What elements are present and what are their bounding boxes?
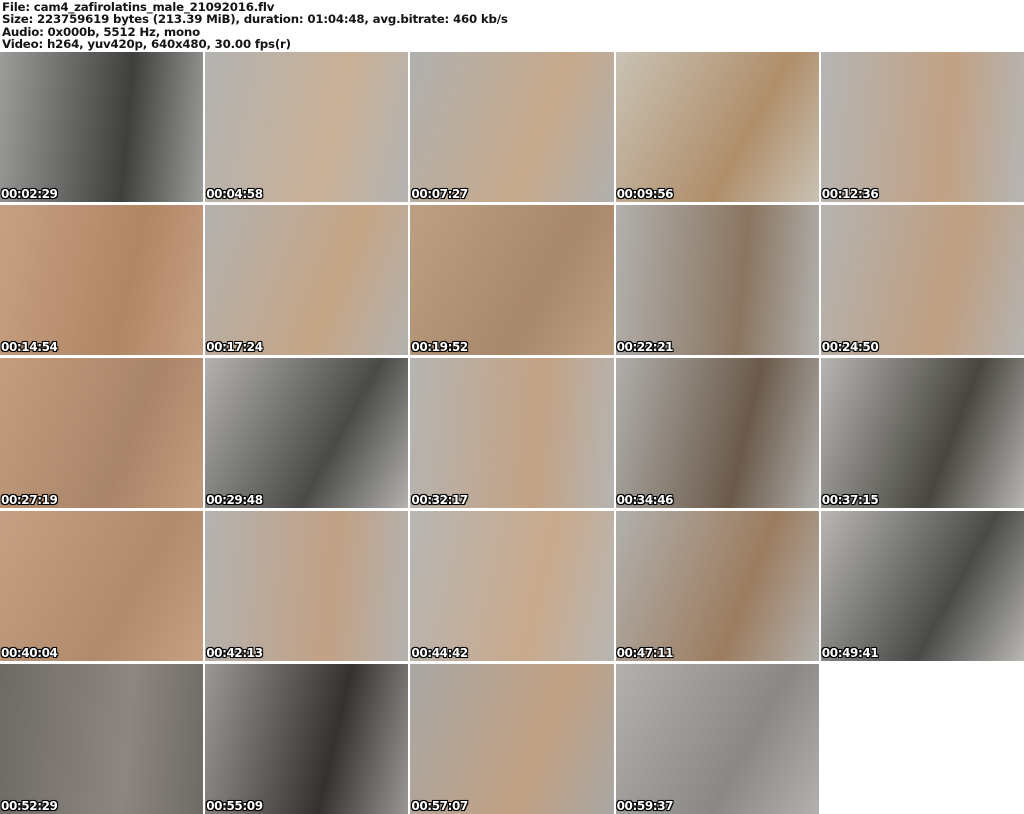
frame-placeholder — [410, 357, 614, 508]
video-frame-thumbnail: 00:19:52 — [410, 204, 614, 355]
frame-placeholder — [0, 510, 204, 661]
video-frame-thumbnail: 00:04:58 — [205, 51, 409, 202]
frame-timestamp-overlay: 00:37:15 — [821, 492, 879, 507]
frame-timestamp-overlay: 00:14:54 — [1, 339, 58, 354]
frame-placeholder — [820, 204, 1024, 355]
video-frame-thumbnail: 00:29:48 — [205, 357, 409, 508]
frame-timestamp-overlay: 00:44:42 — [411, 645, 468, 660]
thumbnail-grid: 00:02:29 00:04:58 00:07:27 00:09:56 00:12:36… — [0, 51, 1024, 814]
frame-placeholder — [820, 51, 1024, 202]
frame-timestamp-overlay: 00:29:48 — [206, 492, 263, 507]
frame-timestamp-overlay: 00:19:52 — [411, 339, 468, 354]
frame-placeholder — [410, 51, 614, 202]
frame-placeholder — [205, 357, 409, 508]
size-info-line: Size: 223759619 bytes (213.39 MiB), dura… — [2, 12, 508, 27]
video-frame-thumbnail: 00:55:09 — [205, 663, 409, 814]
frame-timestamp-overlay: 00:12:36 — [821, 186, 879, 201]
frame-placeholder — [410, 663, 614, 814]
video-frame-thumbnail: 00:27:19 — [0, 357, 204, 508]
video-frame-thumbnail: 00:32:17 — [410, 357, 614, 508]
frame-placeholder — [615, 510, 819, 661]
frame-placeholder — [615, 357, 819, 508]
frame-placeholder — [0, 204, 204, 355]
frame-placeholder — [205, 510, 409, 661]
media-info-header: File: cam4_zafirolatins_male_21092016.fl… — [0, 0, 1024, 52]
video-frame-thumbnail: 00:52:29 — [0, 663, 204, 814]
frame-timestamp-overlay: 00:32:17 — [411, 492, 468, 507]
frame-timestamp-overlay: 00:22:21 — [616, 339, 674, 354]
frame-placeholder — [615, 663, 819, 814]
frame-timestamp-overlay: 00:07:27 — [411, 186, 468, 201]
video-frame-thumbnail: 00:09:56 — [615, 51, 819, 202]
frame-timestamp-overlay: 00:34:46 — [616, 492, 674, 507]
video-frame-thumbnail: 00:49:41 — [820, 510, 1024, 661]
frame-placeholder — [820, 357, 1024, 508]
frame-timestamp-overlay: 00:40:04 — [1, 645, 58, 660]
frame-timestamp-overlay: 00:49:41 — [821, 645, 879, 660]
video-frame-thumbnail: 00:07:27 — [410, 51, 614, 202]
video-contact-sheet: File: cam4_zafirolatins_male_21092016.fl… — [0, 0, 1024, 814]
video-frame-thumbnail: 00:37:15 — [820, 357, 1024, 508]
video-frame-thumbnail: 00:44:42 — [410, 510, 614, 661]
frame-timestamp-overlay: 00:47:11 — [616, 645, 674, 660]
video-info-line: Video: h264, yuv420p, 640x480, 30.00 fps… — [2, 37, 291, 52]
frame-placeholder — [820, 510, 1024, 661]
video-frame-thumbnail: 00:34:46 — [615, 357, 819, 508]
video-frame-thumbnail: 00:40:04 — [0, 510, 204, 661]
frame-timestamp-overlay: 00:42:13 — [206, 645, 263, 660]
frame-timestamp-overlay: 00:09:56 — [616, 186, 674, 201]
video-frame-thumbnail: 00:12:36 — [820, 51, 1024, 202]
video-frame-thumbnail: 00:24:50 — [820, 204, 1024, 355]
frame-placeholder — [0, 663, 204, 814]
frame-placeholder — [0, 51, 204, 202]
video-frame-thumbnail: 00:47:11 — [615, 510, 819, 661]
video-frame-thumbnail: 00:17:24 — [205, 204, 409, 355]
frame-placeholder — [205, 51, 409, 202]
video-frame-thumbnail: 00:02:29 — [0, 51, 204, 202]
frame-timestamp-overlay: 00:17:24 — [206, 339, 263, 354]
frame-timestamp-overlay: 00:02:29 — [1, 186, 58, 201]
video-frame-thumbnail: 00:59:37 — [615, 663, 819, 814]
video-frame-thumbnail: 00:22:21 — [615, 204, 819, 355]
frame-placeholder — [410, 204, 614, 355]
frame-placeholder — [205, 663, 409, 814]
frame-timestamp-overlay: 00:04:58 — [206, 186, 263, 201]
frame-placeholder — [0, 357, 204, 508]
video-frame-thumbnail: 00:14:54 — [0, 204, 204, 355]
video-frame-thumbnail: 00:57:07 — [410, 663, 614, 814]
empty-grid-cell — [820, 663, 1024, 814]
frame-timestamp-overlay: 00:27:19 — [1, 492, 58, 507]
frame-placeholder — [615, 204, 819, 355]
frame-timestamp-overlay: 00:24:50 — [821, 339, 879, 354]
video-frame-thumbnail: 00:42:13 — [205, 510, 409, 661]
frame-placeholder — [205, 204, 409, 355]
frame-placeholder — [410, 510, 614, 661]
frame-placeholder — [615, 51, 819, 202]
